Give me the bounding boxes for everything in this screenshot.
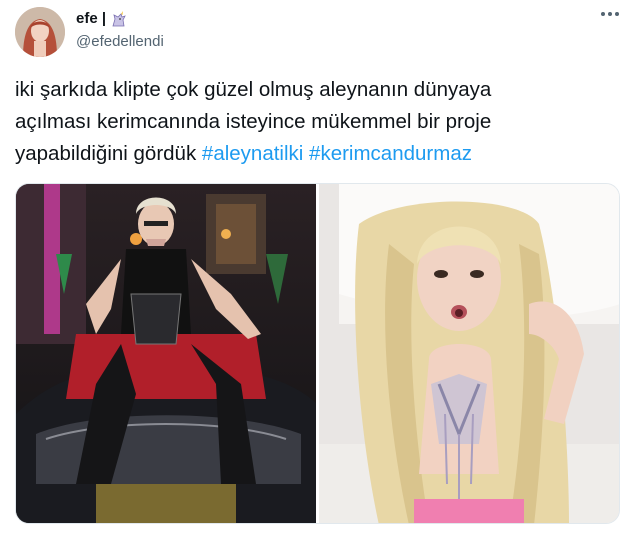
avatar-image bbox=[15, 7, 65, 57]
photo-pillow-portrait bbox=[319, 184, 619, 523]
tweet-text: iki şarkıda klipte çok güzel olmuş aleyn… bbox=[15, 74, 615, 170]
media-photo-left[interactable] bbox=[16, 184, 316, 523]
avatar[interactable] bbox=[15, 7, 65, 57]
media-grid bbox=[15, 183, 620, 524]
tweet-text-line: iki şarkıda klipte çok güzel olmuş aleyn… bbox=[15, 78, 492, 101]
hashtag-link[interactable]: #kerimcandurmaz bbox=[309, 142, 472, 165]
author-name-row[interactable]: efe | bbox=[76, 10, 128, 27]
handle[interactable]: @efedellendi bbox=[76, 33, 164, 50]
hashtag-link[interactable]: #aleynatilki bbox=[202, 142, 303, 165]
tweet-text-line: yapabildiğini gördük bbox=[15, 142, 197, 165]
more-options-icon[interactable] bbox=[601, 12, 619, 16]
display-name[interactable]: efe | bbox=[76, 10, 106, 27]
media-photo-right[interactable] bbox=[319, 184, 619, 523]
photo-car-scene bbox=[16, 184, 316, 523]
tweet-text-line: açılması kerimcanında isteyince mükemmel… bbox=[15, 110, 492, 133]
unicorn-icon bbox=[110, 10, 128, 27]
